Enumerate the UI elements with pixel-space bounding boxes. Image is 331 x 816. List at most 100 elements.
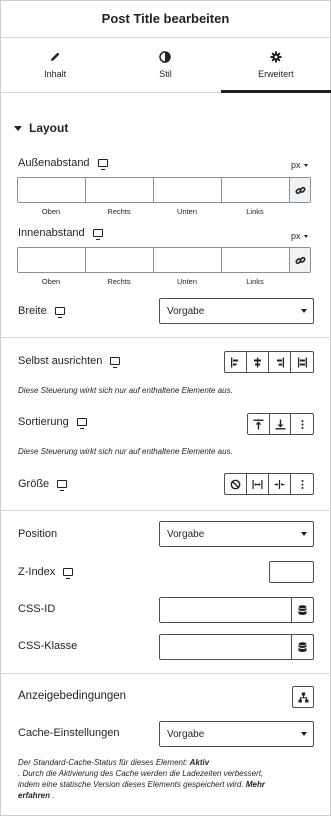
padding-top-input[interactable]: [17, 247, 85, 273]
order-label-row: Sortierung: [18, 416, 87, 429]
section-layout-toggle[interactable]: Layout: [14, 121, 68, 135]
monitor-icon[interactable]: [110, 357, 121, 368]
padding-bottom-input[interactable]: [153, 247, 221, 273]
size-buttons: [224, 473, 314, 495]
database-icon: [298, 604, 307, 615]
divider: [0, 673, 331, 674]
padding-link-button[interactable]: [289, 247, 311, 273]
learn-more-link[interactable]: erfahren: [18, 791, 50, 800]
padding-right-input[interactable]: [85, 247, 153, 273]
size-label: Größe: [18, 478, 50, 490]
more-vertical-icon: [301, 419, 304, 429]
side-label: Rechts: [107, 277, 131, 286]
align-center-button[interactable]: [247, 352, 269, 372]
tab-label: Erweitert: [258, 69, 294, 79]
monitor-icon[interactable]: [76, 418, 87, 429]
margin-right-input[interactable]: [85, 177, 153, 203]
divider: [0, 337, 331, 338]
monitor-icon[interactable]: [97, 159, 108, 170]
chevron-down-icon: [303, 163, 308, 167]
margin-top-input[interactable]: [17, 177, 85, 203]
chevron-down-icon: [301, 532, 307, 536]
margin-left-input[interactable]: [221, 177, 289, 203]
block-icon: [230, 479, 241, 489]
cache-note-line: . Durch die Aktivierung des Cache werden…: [18, 769, 264, 778]
tab-stil[interactable]: Stil: [110, 38, 220, 92]
cache-select[interactable]: Vorgabe: [159, 721, 314, 747]
margin-bottom-input[interactable]: [153, 177, 221, 203]
order-label: Sortierung: [18, 416, 69, 428]
monitor-icon[interactable]: [57, 480, 68, 491]
css-id-label-row: CSS-ID: [18, 603, 55, 615]
padding-unit-select[interactable]: px: [291, 231, 308, 241]
align-center-icon: [254, 357, 261, 367]
tab-inhalt[interactable]: Inhalt: [0, 38, 110, 92]
size-label-row: Größe: [18, 478, 68, 491]
position-select[interactable]: Vorgabe: [159, 521, 314, 547]
contrast-icon: [159, 51, 172, 63]
zindex-input[interactable]: [269, 561, 314, 583]
cache-status: Aktiv: [189, 758, 210, 767]
css-id-field: [159, 597, 314, 623]
shrink-horizontal-icon: [274, 479, 285, 489]
side-label: Unten: [176, 277, 197, 286]
order-more-button[interactable]: [291, 414, 313, 434]
dynamic-tags-button[interactable]: [291, 635, 313, 659]
monitor-icon[interactable]: [54, 307, 65, 318]
align-bottom-icon: [275, 419, 285, 429]
select-value: Vorgabe: [167, 728, 205, 740]
size-none-button[interactable]: [225, 474, 247, 494]
align-stretch-button[interactable]: [291, 352, 313, 372]
align-start-button[interactable]: [225, 352, 247, 372]
margin-link-button[interactable]: [289, 177, 311, 203]
learn-more-link[interactable]: Mehr: [246, 780, 265, 789]
margin-label: Außenabstand: [18, 157, 90, 169]
size-more-button[interactable]: [291, 474, 313, 494]
side-label: Unten: [176, 207, 197, 216]
size-shrink-button[interactable]: [269, 474, 291, 494]
order-buttons: [247, 413, 314, 435]
tab-bar: Inhalt Stil Erweitert: [0, 38, 331, 93]
padding-left-input[interactable]: [221, 247, 289, 273]
css-class-field: [159, 634, 314, 660]
sitemap-icon: [298, 692, 308, 702]
monitor-icon[interactable]: [92, 229, 103, 240]
width-label-row: Breite: [18, 305, 65, 318]
css-class-input[interactable]: [160, 635, 291, 659]
link-icon: [294, 186, 306, 194]
css-id-input[interactable]: [160, 598, 291, 622]
cache-note-end: .: [50, 791, 55, 800]
chevron-down-icon: [303, 234, 308, 238]
tab-erweitert[interactable]: Erweitert: [220, 38, 331, 93]
css-class-label: CSS-Klasse: [18, 640, 78, 652]
display-conditions-button[interactable]: [292, 686, 314, 708]
dynamic-tags-button[interactable]: [291, 598, 313, 622]
align-end-icon: [277, 357, 284, 367]
monitor-icon[interactable]: [63, 568, 74, 579]
margin-inputs: [17, 177, 311, 203]
zindex-label-row: Z-Index: [18, 566, 74, 579]
order-start-button[interactable]: [248, 414, 270, 434]
align-self-label-row: Selbst ausrichten: [18, 355, 121, 368]
width-select[interactable]: Vorgabe: [159, 298, 314, 324]
pencil-icon: [49, 51, 61, 63]
margin-unit-select[interactable]: px: [291, 160, 308, 170]
size-grow-button[interactable]: [247, 474, 269, 494]
side-label: Rechts: [107, 207, 131, 216]
link-icon: [294, 256, 306, 264]
align-top-icon: [253, 419, 264, 429]
padding-label: Innenabstand: [18, 227, 85, 239]
width-label: Breite: [18, 305, 47, 317]
expand-horizontal-icon: [252, 479, 263, 489]
select-value: Vorgabe: [167, 305, 205, 317]
order-end-button[interactable]: [270, 414, 292, 434]
margin-side-labels: Oben Rechts Unten Links: [17, 207, 289, 216]
css-id-label: CSS-ID: [18, 603, 56, 615]
padding-side-labels: Oben Rechts Unten Links: [17, 277, 289, 286]
side-label: Oben: [41, 207, 61, 216]
display-conditions-label-row: Anzeigebedingungen: [18, 690, 126, 702]
display-conditions-label: Anzeigebedingungen: [18, 690, 127, 702]
gear-icon: [270, 51, 282, 63]
tab-label: Inhalt: [44, 69, 67, 79]
align-end-button[interactable]: [269, 352, 291, 372]
